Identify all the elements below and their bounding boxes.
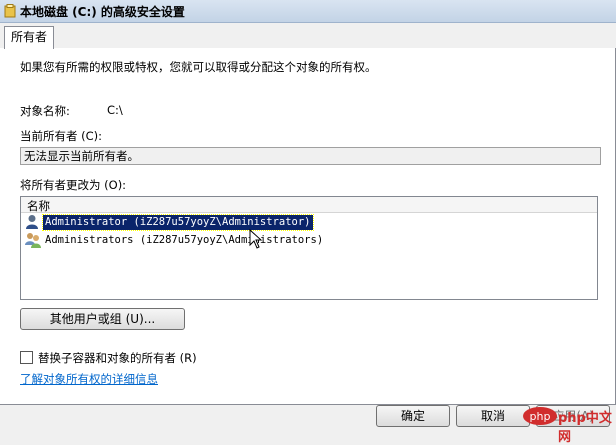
- list-item-label: Administrators (iZ287u57yoyZ\Administrat…: [45, 234, 324, 246]
- current-owner-field: 无法显示当前所有者。: [20, 147, 601, 165]
- svg-text:php: php: [530, 410, 551, 423]
- object-name-value: C:\: [107, 103, 123, 117]
- current-owner-label: 当前所有者 (C):: [20, 129, 103, 143]
- title-bar: 本地磁盘 (C:) 的高级安全设置: [0, 0, 616, 23]
- owner-panel: 如果您有所需的权限或特权，您就可以取得或分配这个对象的所有权。 对象名称: C:…: [0, 48, 616, 405]
- watermark: php php中文网: [520, 400, 616, 445]
- php-logo-icon: php: [523, 407, 557, 425]
- learn-more-link[interactable]: 了解对象所有权的详细信息: [20, 371, 158, 387]
- owner-listbox[interactable]: 名称 Administrator (iZ287u57yoyZ\Administr…: [20, 196, 598, 300]
- other-users-button[interactable]: 其他用户或组 (U)...: [20, 308, 185, 330]
- ok-button[interactable]: 确定: [376, 405, 450, 427]
- object-name-label: 对象名称:: [20, 104, 70, 118]
- user-icon: [26, 215, 38, 229]
- replace-owner-label: 替换子容器和对象的所有者 (R): [38, 351, 197, 365]
- column-header-name: 名称: [27, 199, 50, 213]
- tab-owner[interactable]: 所有者: [4, 26, 55, 49]
- watermark-text: php中文网: [558, 411, 612, 445]
- window-title: 本地磁盘 (C:) 的高级安全设置: [20, 5, 185, 19]
- intro-text: 如果您有所需的权限或特权，您就可以取得或分配这个对象的所有权。: [20, 60, 377, 74]
- change-owner-label: 将所有者更改为 (O):: [20, 178, 127, 192]
- folder-icon: [4, 4, 16, 18]
- list-column-header[interactable]: 名称: [21, 197, 597, 213]
- list-item-label: Administrator (iZ287u57yoyZ\Administrato…: [42, 214, 314, 231]
- cancel-button[interactable]: 取消: [456, 405, 530, 427]
- tab-strip: 所有者: [0, 22, 616, 49]
- replace-owner-checkbox[interactable]: [20, 351, 33, 364]
- mouse-cursor-icon: [249, 229, 263, 249]
- group-icon: [25, 233, 41, 248]
